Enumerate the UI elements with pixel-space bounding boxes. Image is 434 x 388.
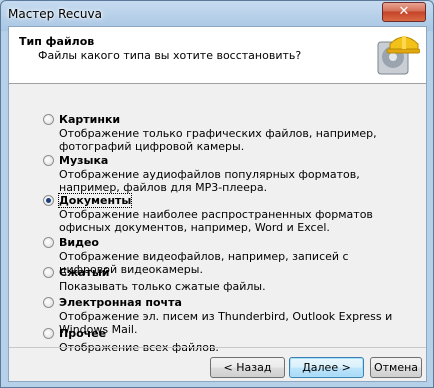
next-button[interactable]: Далее > xyxy=(289,357,364,378)
option-description: Показывать только сжатые файлы. xyxy=(59,280,266,293)
option-label[interactable]: Картинки xyxy=(59,113,120,126)
option-label[interactable]: Прочее xyxy=(59,327,106,340)
option-label[interactable]: Документы xyxy=(57,193,133,208)
option-description: Отображение видеофайлов, например, запис… xyxy=(59,250,349,276)
radio-email[interactable] xyxy=(43,297,54,308)
option-label[interactable]: Музыка xyxy=(59,154,108,167)
option-description: Отображение аудиофайлов популярных форма… xyxy=(59,168,360,194)
radio-music[interactable] xyxy=(43,155,54,166)
wizard-header: Тип файлов Файлы какого типа вы хотите в… xyxy=(9,27,426,84)
wizard-client-area: Тип файлов Файлы какого типа вы хотите в… xyxy=(8,26,427,382)
title-bar[interactable]: Мастер Recuva ✕ xyxy=(1,1,433,27)
option-label[interactable]: Электронная почта xyxy=(59,296,182,309)
recuva-hardhat-icon xyxy=(377,36,420,75)
window-title: Мастер Recuva xyxy=(8,7,102,21)
page-title: Тип файлов xyxy=(19,35,95,48)
radio-pictures[interactable] xyxy=(43,114,54,125)
close-button[interactable]: ✕ xyxy=(382,2,426,22)
radio-video[interactable] xyxy=(43,237,54,248)
button-separator xyxy=(9,347,426,349)
option-description: Отображение только графических файлов, н… xyxy=(59,127,377,153)
recuva-wizard-window: Мастер Recuva ✕ Тип файлов Файлы какого … xyxy=(0,0,434,388)
cancel-button[interactable]: Отмена xyxy=(370,357,422,378)
back-button[interactable]: < Назад xyxy=(210,357,285,378)
radio-compressed[interactable] xyxy=(43,267,54,278)
option-label[interactable]: Сжатый xyxy=(59,266,109,279)
radio-documents[interactable] xyxy=(43,195,54,206)
option-description: Отображение эл. писем из Thunderbird, Ou… xyxy=(59,310,393,336)
option-label[interactable]: Видео xyxy=(59,236,99,249)
radio-other[interactable] xyxy=(43,328,54,339)
page-subtitle: Файлы какого типа вы хотите восстановить… xyxy=(38,49,302,62)
option-description: Отображение наиболее распространенных фо… xyxy=(59,208,373,234)
